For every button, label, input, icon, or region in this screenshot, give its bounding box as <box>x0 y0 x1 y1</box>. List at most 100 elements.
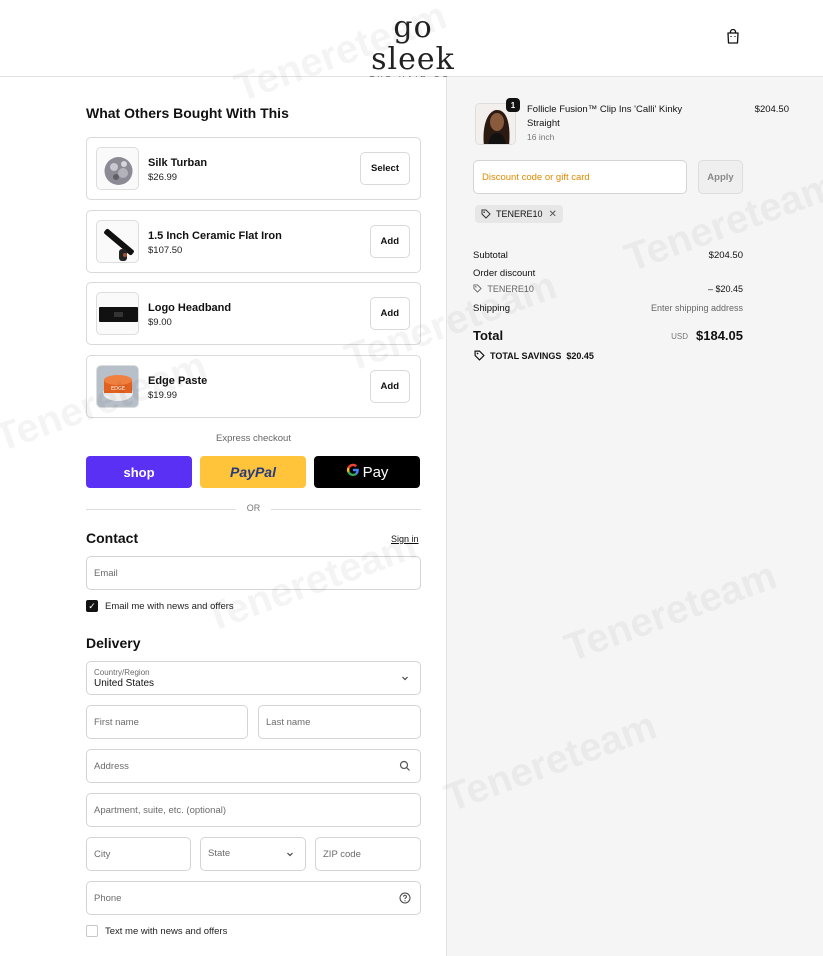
discount-detail-row: TENERE10 – $20.45 <box>473 284 743 294</box>
zip-placeholder: ZIP code <box>323 849 361 860</box>
upsell-item: Logo Headband $9.00 Add <box>86 282 421 345</box>
apply-button[interactable]: Apply <box>698 160 743 194</box>
upsell-title: What Others Bought With This <box>86 105 289 121</box>
discount-code-input[interactable]: Discount code or gift card <box>473 160 687 194</box>
savings-amount: $20.45 <box>566 350 594 361</box>
product-price: $204.50 <box>754 104 789 115</box>
upsell-item-name: 1.5 Inch Ceramic Flat Iron <box>148 230 282 242</box>
delivery-title: Delivery <box>86 635 141 651</box>
upsell-item: 1.5 Inch Ceramic Flat Iron $107.50 Add <box>86 210 421 273</box>
product-name: Follicle Fusion™ Clip Ins 'Calli' Kinky … <box>527 104 683 129</box>
phone-field[interactable]: Phone <box>86 881 421 915</box>
upsell-item-name: Edge Paste <box>148 375 208 387</box>
google-pay-button[interactable]: Pay <box>314 456 420 488</box>
subtotal-row: Subtotal $204.50 <box>473 250 743 261</box>
upsell-item-price: $9.00 <box>148 317 172 328</box>
google-pay-label: Pay <box>362 463 389 481</box>
add-button[interactable]: Add <box>369 225 410 258</box>
select-button[interactable]: Select <box>360 152 410 185</box>
upsell-item-name: Silk Turban <box>148 157 208 169</box>
svg-text:EDGE: EDGE <box>111 386 125 392</box>
discount-placeholder: Discount code or gift card <box>482 172 590 183</box>
last-name-field[interactable]: Last name <box>258 705 421 739</box>
paypal-label: PayPal <box>230 464 276 480</box>
add-button[interactable]: Add <box>369 297 410 330</box>
country-value: United States <box>94 678 155 689</box>
upsell-item-price: $26.99 <box>148 172 178 183</box>
shipping-row: Shipping Enter shipping address <box>473 303 743 314</box>
applied-discount-chip: TENERE10 ✕ <box>475 205 563 223</box>
total-amount: $184.05 <box>696 328 743 343</box>
shopping-bag-icon[interactable] <box>726 29 740 44</box>
applied-discount-code: TENERE10 <box>496 209 543 219</box>
sms-news-checkbox-row[interactable]: Text me with news and offers <box>86 924 227 938</box>
last-name-placeholder: Last name <box>266 717 311 728</box>
upsell-item-price: $107.50 <box>148 245 183 256</box>
discount-code-label: TENERE10 <box>487 284 534 294</box>
product-image <box>96 292 139 335</box>
contact-title: Contact <box>86 530 139 546</box>
upsell-item: EDGE Edge Paste $19.99 Add <box>86 355 421 418</box>
phone-placeholder: Phone <box>94 893 122 904</box>
product-image: EDGE <box>96 365 139 408</box>
chevron-down-icon <box>402 676 408 681</box>
add-button[interactable]: Add <box>369 370 410 403</box>
or-divider: OR <box>86 503 421 515</box>
first-name-placeholder: First name <box>94 717 139 728</box>
order-discount-label: Order discount <box>473 268 536 279</box>
email-placeholder: Email <box>94 568 118 579</box>
first-name-field[interactable]: First name <box>86 705 248 739</box>
city-placeholder: City <box>94 849 111 860</box>
upsell-item-price: $19.99 <box>148 390 178 401</box>
checkout-header: go sleek THE HAIR CO. <box>0 0 823 83</box>
state-select[interactable]: State <box>200 837 306 871</box>
logo-wordmark: go sleek <box>371 10 455 77</box>
address-placeholder: Address <box>94 761 129 772</box>
tag-icon <box>481 209 491 219</box>
search-icon <box>399 760 410 771</box>
checkout-form-column: What Others Bought With This Silk Turban… <box>0 77 446 956</box>
email-news-checkbox-row[interactable]: ✓ Email me with news and offers <box>86 599 234 613</box>
savings-label: TOTAL SAVINGS <box>490 350 562 361</box>
country-label: Country/Region <box>94 668 150 677</box>
store-logo[interactable]: go sleek THE HAIR CO. <box>350 10 476 84</box>
subtotal-label: Subtotal <box>473 250 508 261</box>
subtotal-value: $204.50 <box>708 250 743 261</box>
address-field[interactable]: Address <box>86 749 421 783</box>
state-placeholder: State <box>208 848 231 859</box>
email-news-label: Email me with news and offers <box>105 600 234 612</box>
chevron-down-icon <box>287 852 293 857</box>
zip-field[interactable]: ZIP code <box>315 837 421 871</box>
currency-code: USD <box>671 332 688 341</box>
discount-amount: – $20.45 <box>707 284 743 294</box>
upsell-item-name: Logo Headband <box>148 302 232 314</box>
shop-pay-label: shop <box>123 464 155 480</box>
order-discount-row: Order discount <box>473 268 743 279</box>
city-field[interactable]: City <box>86 837 191 871</box>
tag-icon <box>474 350 485 361</box>
sms-news-checkbox[interactable] <box>86 925 98 937</box>
tag-icon <box>473 284 482 293</box>
product-image <box>96 220 139 263</box>
sign-in-link[interactable]: Sign in <box>391 534 419 544</box>
product-image <box>96 147 139 190</box>
country-select[interactable]: Country/Region United States <box>86 661 421 695</box>
apartment-field[interactable]: Apartment, suite, etc. (optional) <box>86 793 421 827</box>
product-variant: 16 inch <box>527 132 555 142</box>
order-summary-column: 1 Follicle Fusion™ Clip Ins 'Calli' Kink… <box>446 77 823 956</box>
email-news-checkbox[interactable]: ✓ <box>86 600 98 612</box>
apartment-placeholder: Apartment, suite, etc. (optional) <box>94 805 227 816</box>
email-field[interactable]: Email <box>86 556 421 590</box>
total-label: Total <box>473 328 504 343</box>
express-checkout-label: Express checkout <box>216 433 291 444</box>
sms-news-label: Text me with news and offers <box>105 925 228 937</box>
total-row: Total USD $184.05 <box>473 328 743 343</box>
remove-discount-icon[interactable]: ✕ <box>549 209 557 220</box>
paypal-button[interactable]: PayPal <box>200 456 306 488</box>
or-label: OR <box>246 503 261 513</box>
help-circle-icon[interactable] <box>399 892 411 904</box>
shop-pay-button[interactable]: shop <box>86 456 192 488</box>
upsell-item: Silk Turban $26.99 Select <box>86 137 421 200</box>
shipping-value: Enter shipping address <box>650 303 743 313</box>
shipping-label: Shipping <box>473 303 510 314</box>
